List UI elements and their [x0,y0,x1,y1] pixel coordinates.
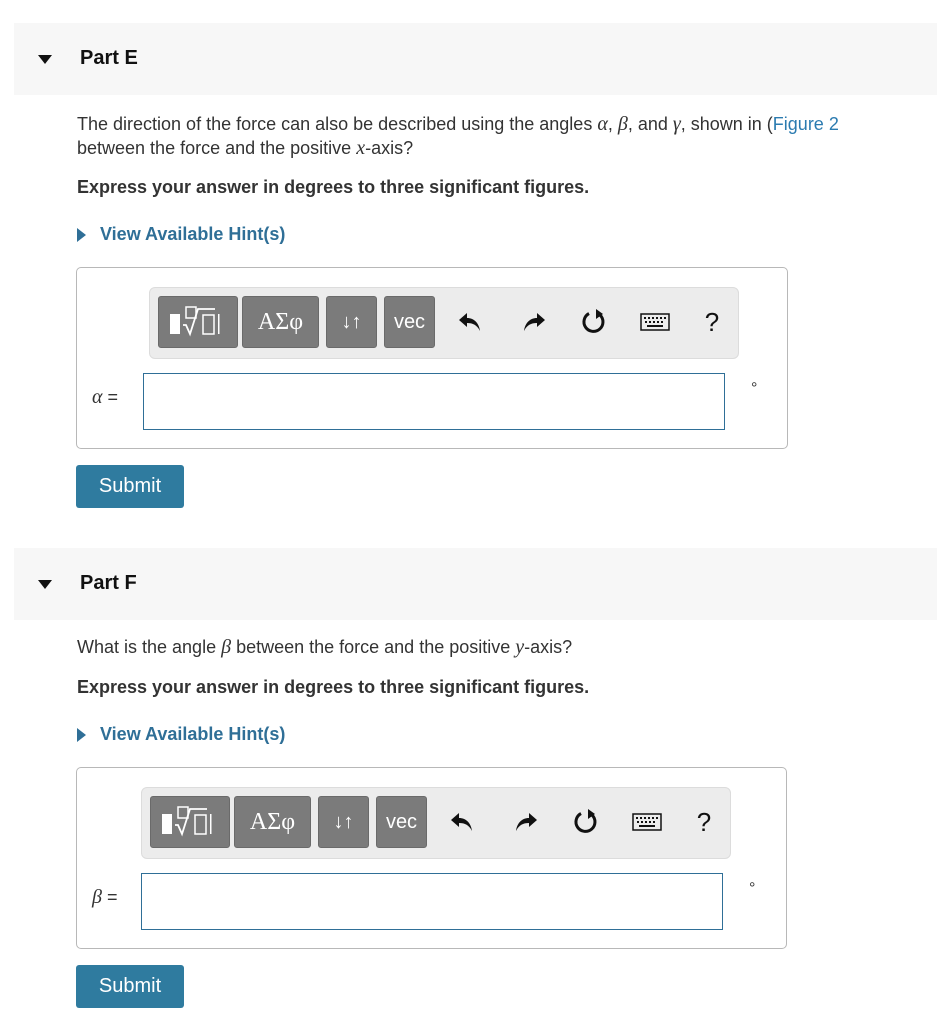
templates-icon [162,806,212,837]
part-f-answer-input[interactable] [141,873,723,930]
greek-symbols-button[interactable]: ΑΣφ [242,296,319,348]
reset-icon[interactable] [572,296,616,348]
part-e-answer-box: ΑΣφ ↓↑ vec ? α = ° [76,267,788,449]
part-e-question: The direction of the force can also be d… [77,113,839,159]
templates-icon [170,306,220,337]
math-toolbar: ΑΣφ ↓↑ vec ? [141,787,731,859]
undo-icon[interactable] [440,796,484,848]
redo-icon[interactable] [504,796,548,848]
reset-icon[interactable] [564,796,608,848]
figure-2-link[interactable]: Figure 2 [773,114,839,134]
part-e-answer-input[interactable] [143,373,725,430]
undo-icon[interactable] [448,296,492,348]
expand-arrow-icon [77,227,86,242]
part-f-header[interactable]: Part F [14,548,937,620]
degree-unit: ° [751,380,758,397]
part-f-instruction: Express your answer in degrees to three … [77,677,590,697]
alpha-variable-label: α = [92,386,119,408]
collapse-caret-icon[interactable] [38,580,52,589]
part-f-question: What is the angle β between the force an… [77,636,573,658]
part-e-instruction: Express your answer in degrees to three … [77,177,590,197]
keyboard-icon[interactable] [625,796,669,848]
help-button[interactable]: ? [682,796,726,848]
expand-arrow-icon [77,727,86,742]
greek-symbols-button[interactable]: ΑΣφ [234,796,311,848]
vector-button[interactable]: vec [376,796,427,848]
vector-button[interactable]: vec [384,296,435,348]
templates-button[interactable] [158,296,238,348]
help-button[interactable]: ? [690,296,734,348]
part-f-hint-toggle[interactable]: View Available Hint(s) [77,724,285,745]
part-e-hint-toggle[interactable]: View Available Hint(s) [77,224,285,245]
beta-variable-label: β = [92,886,118,908]
keyboard-icon[interactable] [633,296,677,348]
templates-button[interactable] [150,796,230,848]
part-f-submit-button[interactable]: Submit [76,965,184,1008]
part-e-submit-button[interactable]: Submit [76,465,184,508]
redo-icon[interactable] [512,296,556,348]
part-e-header[interactable]: Part E [14,23,937,95]
degree-unit: ° [749,880,756,897]
arrows-button[interactable]: ↓↑ [318,796,369,848]
math-toolbar: ΑΣφ ↓↑ vec ? [149,287,739,359]
collapse-caret-icon[interactable] [38,55,52,64]
arrows-button[interactable]: ↓↑ [326,296,377,348]
part-e-title: Part E [80,47,138,69]
part-f-answer-box: ΑΣφ ↓↑ vec ? β = ° [76,767,787,949]
part-f-title: Part F [80,572,137,594]
